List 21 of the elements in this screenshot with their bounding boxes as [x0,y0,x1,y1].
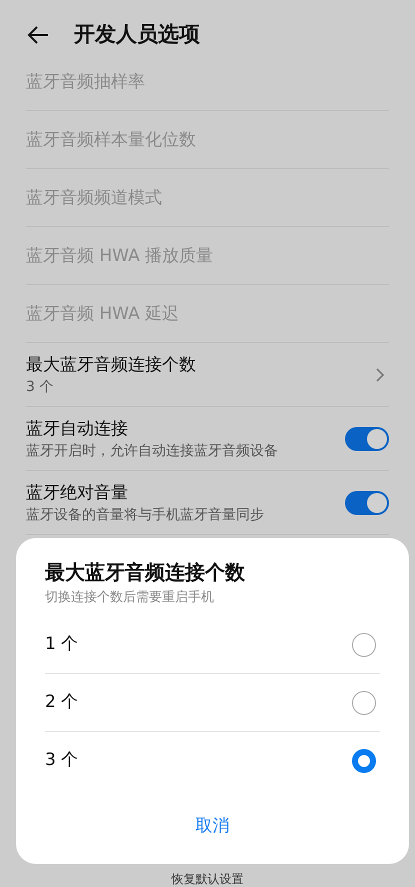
cancel-button[interactable]: 取消 [188,814,238,840]
dialog-subtitle: 切换连接个数后需要重启手机 [45,589,215,607]
toggle-switch[interactable] [345,426,389,450]
setting-value: 3 个 [26,378,54,396]
option-label[interactable]: 2 个 [45,690,78,716]
chevron-right-icon [375,366,385,382]
radio-button[interactable] [352,690,376,714]
setting-title[interactable]: 蓝牙绝对音量 [26,480,264,504]
restore-defaults-button[interactable]: 恢复默认设置 [172,873,244,887]
option-label[interactable]: 3 个 [45,748,78,774]
radio-button[interactable] [352,749,376,773]
setting-subtitle: 蓝牙设备的音量将与手机蓝牙音量同步 [26,506,264,524]
toggle-switch[interactable] [345,490,389,514]
radio-button[interactable] [352,632,376,656]
setting-subtitle: 蓝牙开启时，允许自动连接蓝牙音频设备 [26,442,278,460]
option-label[interactable]: 1 个 [45,632,78,658]
setting-title[interactable]: 蓝牙自动连接 [26,416,278,440]
page-title: 开发人员选项 [74,21,200,48]
dialog-title: 最大蓝牙音频连接个数 [45,559,246,586]
setting-title[interactable]: 最大蓝牙音频连接个数 [26,352,196,376]
back-arrow-icon[interactable] [26,25,50,45]
